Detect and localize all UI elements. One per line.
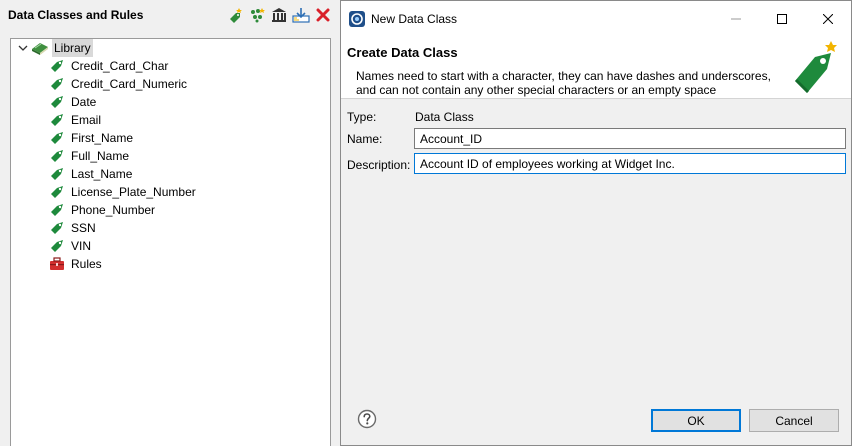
banner-message: Names need to start with a character, th… bbox=[356, 69, 771, 97]
name-label: Name: bbox=[347, 132, 383, 146]
tree-item-first-name[interactable]: First_Name bbox=[49, 129, 133, 147]
import-icon[interactable] bbox=[292, 6, 310, 24]
tree-item-label: First_Name bbox=[71, 131, 134, 145]
app-icon bbox=[349, 11, 365, 27]
tag-icon bbox=[49, 130, 65, 146]
maximize-button[interactable] bbox=[759, 1, 805, 37]
new-rule-icon[interactable] bbox=[248, 6, 266, 24]
tree-item-label: License_Plate_Number bbox=[71, 185, 196, 199]
tree-item-label: Email bbox=[71, 113, 102, 127]
close-button[interactable] bbox=[805, 1, 851, 37]
description-input[interactable] bbox=[414, 153, 846, 174]
tree-item-date[interactable]: Date bbox=[49, 93, 96, 111]
ok-button[interactable]: OK bbox=[651, 409, 741, 432]
tag-icon bbox=[49, 112, 65, 128]
tree-item-label: Last_Name bbox=[71, 167, 133, 181]
panel-title: Data Classes and Rules bbox=[8, 8, 144, 22]
tree-item-label: VIN bbox=[71, 239, 92, 253]
tree-item-label: SSN bbox=[71, 221, 96, 235]
tag-icon bbox=[49, 220, 65, 236]
delete-icon[interactable] bbox=[314, 6, 332, 24]
tree-item-ssn[interactable]: SSN bbox=[49, 219, 96, 237]
tree-item-library[interactable]: Library bbox=[17, 39, 93, 57]
tree-item-last-name[interactable]: Last_Name bbox=[49, 165, 132, 183]
tag-icon bbox=[49, 58, 65, 74]
chevron-down-icon[interactable] bbox=[17, 39, 29, 57]
tree-item-label: Library bbox=[52, 39, 93, 57]
tag-icon bbox=[49, 148, 65, 164]
dialog-titlebar[interactable]: New Data Class bbox=[341, 1, 851, 37]
tree-item-rules[interactable]: Rules bbox=[49, 255, 102, 273]
tree-item-label: Date bbox=[71, 95, 97, 109]
panel-toolbar bbox=[226, 6, 332, 24]
tree-item-email[interactable]: Email bbox=[49, 111, 101, 129]
tag-icon bbox=[49, 94, 65, 110]
tree-item-label: Phone_Number bbox=[71, 203, 156, 217]
tree-item-label: Full_Name bbox=[71, 149, 130, 163]
tree-item-vin[interactable]: VIN bbox=[49, 237, 91, 255]
library-tree: Library Credit_Card_Char Credit_Card_Num… bbox=[10, 38, 331, 446]
type-value: Data Class bbox=[415, 110, 474, 124]
dialog-banner: Create Data Class Names need to start wi… bbox=[341, 37, 851, 99]
panel-header: Data Classes and Rules bbox=[0, 0, 340, 30]
library-icon[interactable] bbox=[270, 6, 288, 24]
tag-icon bbox=[49, 238, 65, 254]
data-classes-panel: Data Classes and Rules Library Credit_Ca… bbox=[0, 0, 340, 446]
type-label: Type: bbox=[347, 110, 377, 124]
tree-item-credit-card-char[interactable]: Credit_Card_Char bbox=[49, 57, 168, 75]
data-class-tag-icon bbox=[781, 39, 845, 97]
toolbox-icon bbox=[49, 256, 65, 272]
tree-item-credit-card-numeric[interactable]: Credit_Card_Numeric bbox=[49, 75, 187, 93]
description-label: Description: bbox=[347, 158, 411, 172]
tag-icon bbox=[49, 184, 65, 200]
library-book-icon bbox=[31, 40, 49, 56]
tag-icon bbox=[49, 202, 65, 218]
cancel-button[interactable]: Cancel bbox=[749, 409, 839, 432]
tree-item-label: Credit_Card_Numeric bbox=[71, 77, 188, 91]
tree-item-label: Credit_Card_Char bbox=[71, 59, 169, 73]
tree-item-full-name[interactable]: Full_Name bbox=[49, 147, 129, 165]
dialog-title: New Data Class bbox=[371, 12, 458, 26]
tag-icon bbox=[49, 76, 65, 92]
name-input[interactable] bbox=[414, 128, 846, 149]
banner-title: Create Data Class bbox=[347, 45, 458, 60]
new-data-class-dialog: New Data Class Create Data Class Names n… bbox=[340, 0, 852, 446]
help-icon[interactable] bbox=[357, 409, 377, 429]
new-data-class-icon[interactable] bbox=[226, 6, 244, 24]
tree-item-license-plate-number[interactable]: License_Plate_Number bbox=[49, 183, 196, 201]
tree-item-label: Rules bbox=[71, 257, 102, 271]
minimize-button[interactable] bbox=[713, 1, 759, 37]
tag-icon bbox=[49, 166, 65, 182]
tree-item-phone-number[interactable]: Phone_Number bbox=[49, 201, 155, 219]
